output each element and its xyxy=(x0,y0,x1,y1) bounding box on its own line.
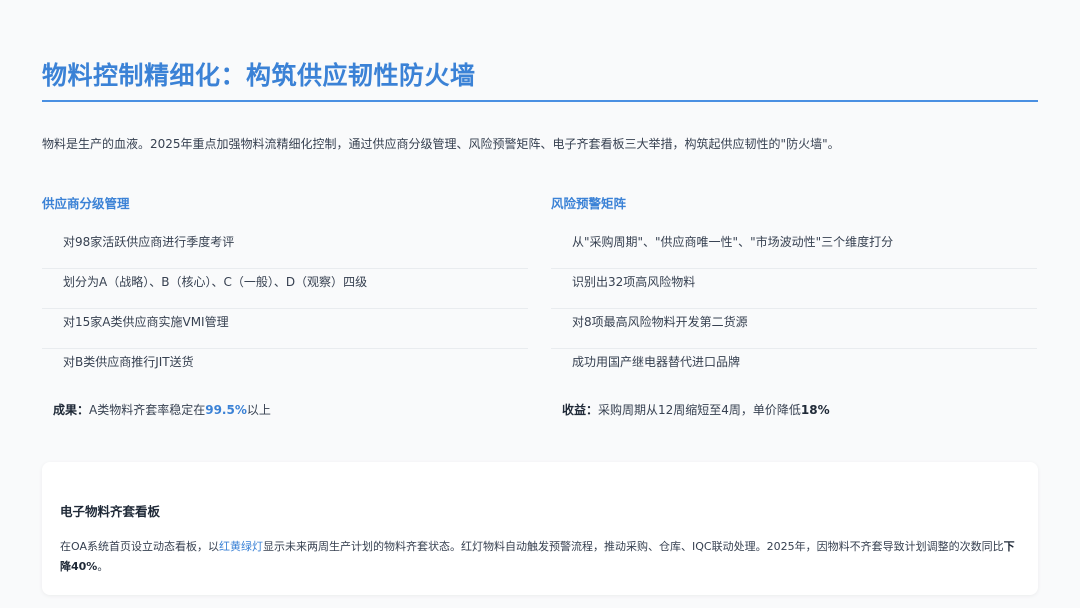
supplier-summary: 成果：A类物料齐套率稳定在99.5%以上 xyxy=(42,401,528,418)
summary-label: 收益： xyxy=(562,403,599,417)
list-item: 划分为A（战略）、B（核心）、C（一般）、D（观察）四级 xyxy=(42,269,528,309)
list-item: 成功用国产继电器替代进口品牌 xyxy=(572,355,741,369)
summary-highlight: 99.5% xyxy=(205,403,247,417)
summary-highlight: 18% xyxy=(800,403,830,417)
summary-text-end: 以上 xyxy=(246,403,271,417)
title-divider xyxy=(42,100,1038,102)
summary-label: 成果： xyxy=(53,403,90,417)
kit-board-card: 电子物料齐套看板 在OA系统首页设立动态看板，以红黄绿灯显示未来两周生产计划的物… xyxy=(42,462,1038,595)
summary-text: A类物料齐套率稳定在 xyxy=(89,403,206,417)
list-item: 从"采购周期"、"供应商唯一性"、"市场波动性"三个维度打分 xyxy=(551,229,1037,269)
board-text-2: 显示未来两周生产计划的物料齐套状态。红灯物料自动触发预警流程，推动采购、仓库、I… xyxy=(263,540,1004,553)
supplier-list: 对98家活跃供应商进行季度考评 划分为A（战略）、B（核心）、C（一般）、D（观… xyxy=(42,229,528,389)
list-item: 识别出32项高风险物料 xyxy=(551,269,1037,309)
supplier-heading: 供应商分级管理 xyxy=(42,196,130,211)
summary-text: 采购周期从12周缩短至4周，单价降低 xyxy=(598,403,801,417)
risk-section: 风险预警矩阵 从"采购周期"、"供应商唯一性"、"市场波动性"三个维度打分 识别… xyxy=(551,193,1037,418)
board-text-1: 在OA系统首页设立动态看板，以 xyxy=(60,540,219,553)
risk-list: 从"采购周期"、"供应商唯一性"、"市场波动性"三个维度打分 识别出32项高风险… xyxy=(551,229,1037,389)
risk-heading: 风险预警矩阵 xyxy=(551,196,627,211)
board-title: 电子物料齐套看板 xyxy=(60,504,161,519)
intro-paragraph: 物料是生产的血液。2025年重点加强物料流精细化控制，通过供应商分级管理、风险预… xyxy=(42,137,840,151)
list-item: 对98家活跃供应商进行季度考评 xyxy=(42,229,528,269)
board-highlight: 红黄绿灯 xyxy=(219,540,263,553)
board-text-end: 。 xyxy=(97,560,109,573)
supplier-section: 供应商分级管理 对98家活跃供应商进行季度考评 划分为A（战略）、B（核心）、C… xyxy=(42,193,528,418)
board-description: 在OA系统首页设立动态看板，以红黄绿灯显示未来两周生产计划的物料齐套状态。红灯物… xyxy=(60,537,1020,577)
page-title: 物料控制精细化：构筑供应韧性防火墙 xyxy=(42,61,476,90)
risk-summary: 收益：采购周期从12周缩短至4周，单价降低18% xyxy=(551,401,1037,418)
list-item: 对8项最高风险物料开发第二货源 xyxy=(551,309,1037,349)
list-item: 对15家A类供应商实施VMI管理 xyxy=(42,309,528,349)
list-item: 对B类供应商推行JIT送货 xyxy=(63,355,194,369)
